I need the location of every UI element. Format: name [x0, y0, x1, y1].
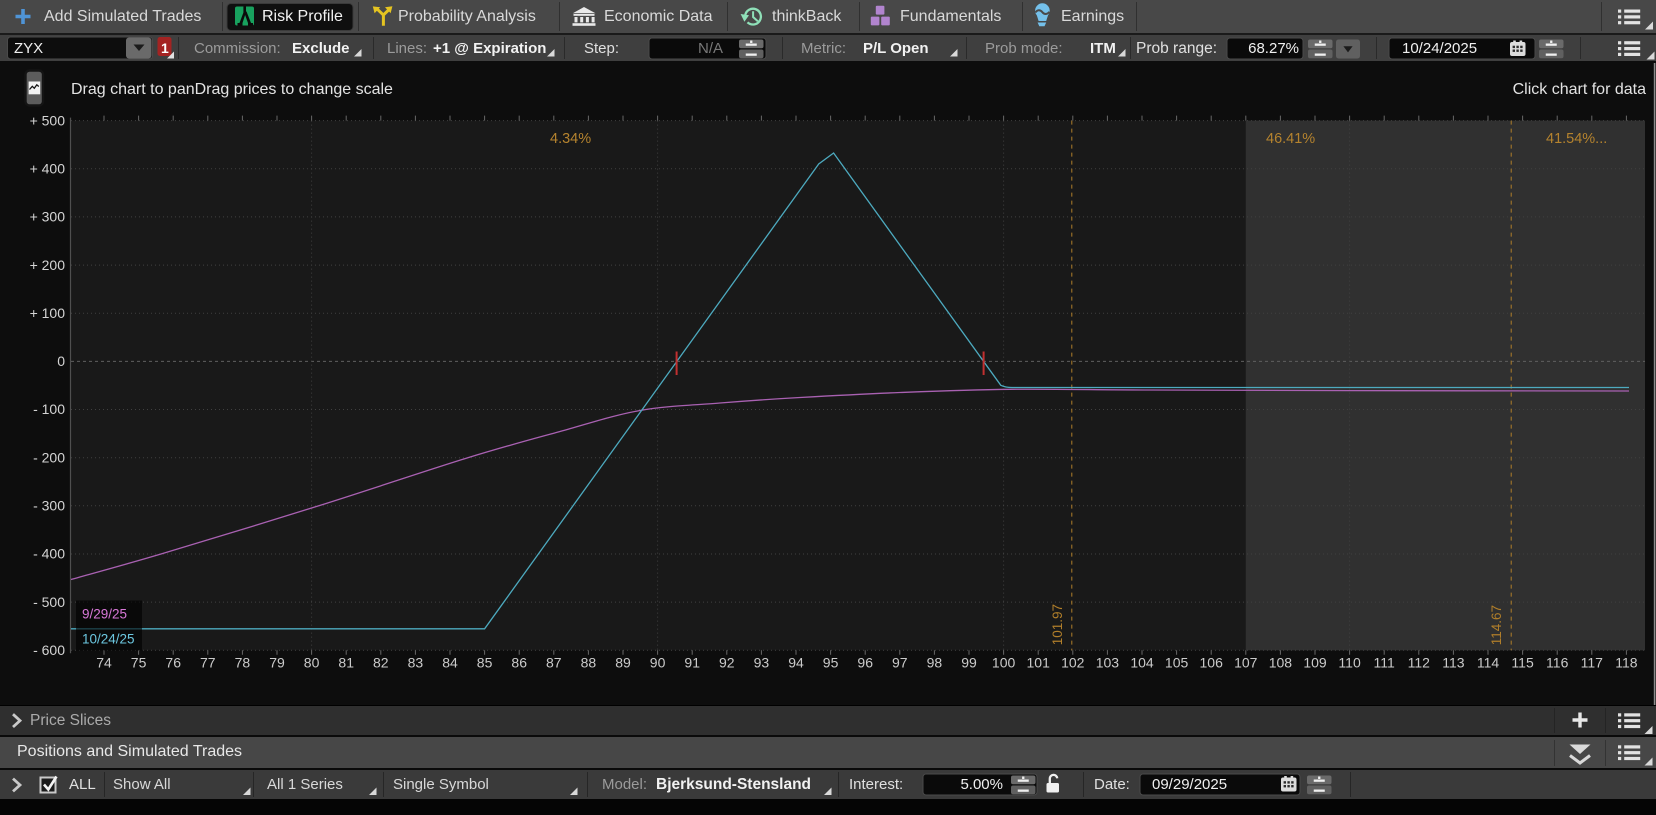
svg-text:91: 91	[684, 655, 700, 671]
svg-text:79: 79	[269, 655, 285, 671]
svg-text:96: 96	[857, 655, 873, 671]
svg-text:98: 98	[927, 655, 943, 671]
svg-text:112: 112	[1408, 655, 1431, 671]
svg-text:101: 101	[1027, 655, 1051, 671]
svg-text:+ 100: + 100	[30, 305, 66, 321]
svg-text:84: 84	[442, 655, 458, 671]
svg-text:92: 92	[719, 655, 735, 671]
svg-text:118: 118	[1615, 655, 1638, 671]
svg-text:- 300: - 300	[33, 498, 65, 514]
svg-text:- 500: - 500	[33, 594, 65, 610]
svg-text:+ 400: + 400	[30, 161, 66, 177]
svg-text:108: 108	[1269, 655, 1293, 671]
svg-text:95: 95	[823, 655, 839, 671]
svg-text:97: 97	[892, 655, 908, 671]
svg-text:109: 109	[1303, 655, 1327, 671]
svg-text:101.97: 101.97	[1050, 604, 1065, 645]
svg-text:99: 99	[961, 655, 977, 671]
svg-text:46.41%: 46.41%	[1266, 131, 1315, 147]
svg-text:89: 89	[615, 655, 631, 671]
svg-text:88: 88	[581, 655, 597, 671]
svg-text:103: 103	[1096, 655, 1120, 671]
svg-text:81: 81	[338, 655, 354, 671]
svg-text:75: 75	[131, 655, 147, 671]
svg-text:86: 86	[511, 655, 527, 671]
svg-text:110: 110	[1338, 655, 1361, 671]
svg-text:114.67: 114.67	[1489, 605, 1504, 645]
svg-text:117: 117	[1581, 655, 1604, 671]
svg-text:9/29/25: 9/29/25	[82, 607, 127, 622]
svg-text:80: 80	[304, 655, 320, 671]
svg-text:10/24/25: 10/24/25	[82, 632, 135, 647]
svg-text:107: 107	[1234, 655, 1258, 671]
svg-text:116: 116	[1546, 655, 1569, 671]
svg-text:104: 104	[1130, 655, 1154, 671]
svg-text:Click chart for data: Click chart for data	[1513, 81, 1646, 98]
svg-text:- 200: - 200	[33, 449, 65, 465]
svg-text:- 100: - 100	[33, 401, 65, 417]
svg-text:100: 100	[992, 655, 1016, 671]
svg-text:90: 90	[650, 655, 666, 671]
svg-text:93: 93	[754, 655, 770, 671]
svg-text:Drag chart to panDrag prices t: Drag chart to panDrag prices to change s…	[71, 81, 393, 98]
svg-text:114: 114	[1477, 655, 1500, 671]
svg-text:82: 82	[373, 655, 389, 671]
svg-text:74: 74	[96, 655, 112, 671]
svg-text:0: 0	[57, 353, 65, 369]
svg-text:113: 113	[1442, 655, 1465, 671]
svg-text:+ 200: + 200	[30, 257, 66, 273]
svg-text:78: 78	[235, 655, 251, 671]
svg-text:94: 94	[788, 655, 804, 671]
svg-text:4.34%: 4.34%	[550, 131, 591, 147]
svg-text:111: 111	[1374, 655, 1395, 671]
svg-text:106: 106	[1200, 655, 1224, 671]
svg-text:102: 102	[1061, 655, 1085, 671]
svg-text:+ 300: + 300	[30, 209, 66, 225]
svg-text:87: 87	[546, 655, 562, 671]
svg-text:41.54%...: 41.54%...	[1546, 131, 1607, 147]
svg-text:85: 85	[477, 655, 493, 671]
svg-text:- 400: - 400	[33, 546, 65, 562]
svg-text:+ 500: + 500	[30, 112, 66, 128]
svg-text:83: 83	[408, 655, 424, 671]
svg-text:76: 76	[165, 655, 181, 671]
svg-text:77: 77	[200, 655, 216, 671]
svg-text:105: 105	[1165, 655, 1189, 671]
svg-text:- 600: - 600	[33, 642, 65, 658]
svg-text:115: 115	[1511, 655, 1534, 671]
